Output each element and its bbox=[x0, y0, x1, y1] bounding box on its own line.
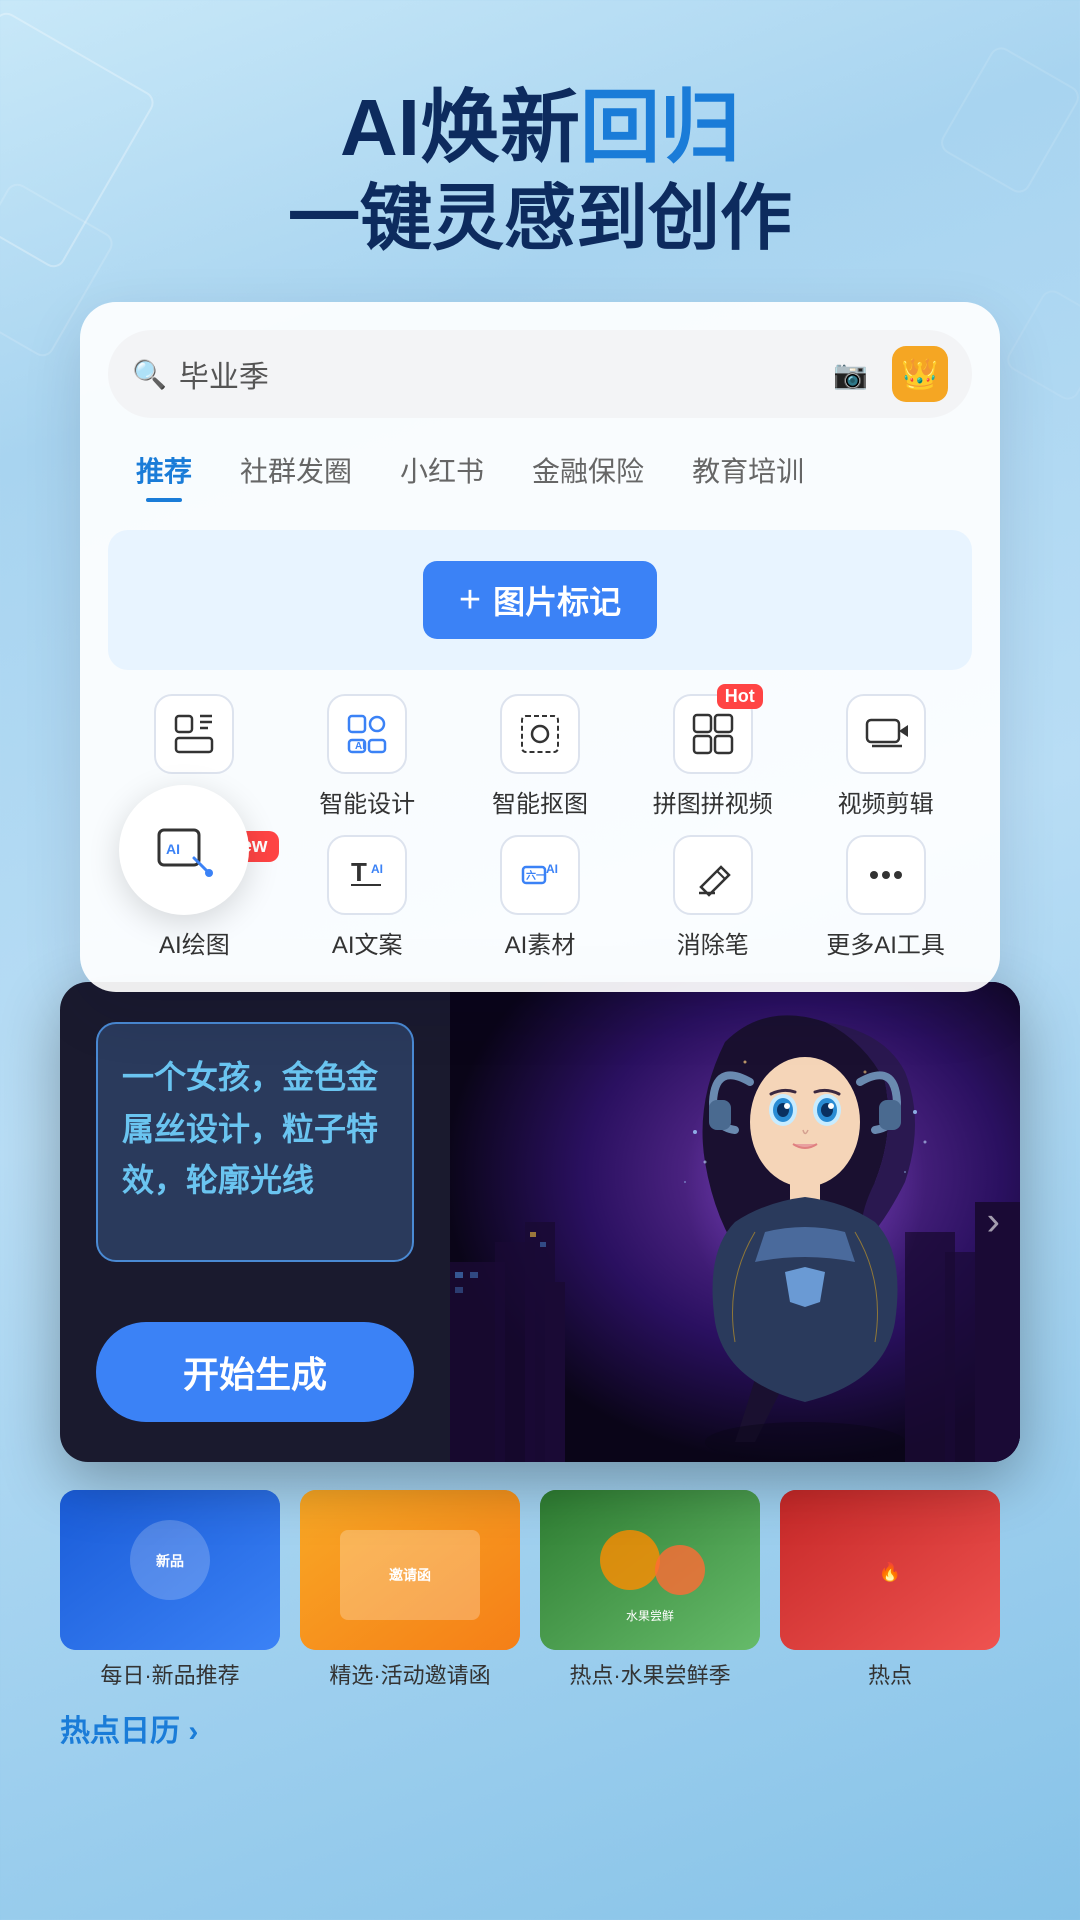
bottom-thumbnail-row: 新品 每日·新品推荐 邀请函 精选·活动邀请函 bbox=[0, 1490, 1080, 1690]
svg-text:AI: AI bbox=[546, 862, 558, 876]
thumb-img-daily: 新品 bbox=[60, 1490, 280, 1650]
ai-material-icon-box: 六一 AI bbox=[500, 835, 580, 915]
svg-text:AI: AI bbox=[166, 841, 180, 857]
image-mark-label: 图片标记 bbox=[493, 577, 621, 623]
ai-draw-circle: AI bbox=[119, 785, 249, 915]
ai-gen-right-panel: › bbox=[450, 982, 1020, 1462]
start-generate-button[interactable]: 开始生成 bbox=[96, 1322, 414, 1422]
thumb-daily-label: 每日·新品推荐 bbox=[60, 1658, 280, 1690]
thumb-hot-label: 热点 bbox=[780, 1658, 1000, 1690]
svg-text:🔥: 🔥 bbox=[879, 1561, 901, 1582]
camera-icon[interactable]: 📷 bbox=[833, 358, 868, 391]
ai-gen-left-panel: 一个女孩，金色金属丝设计，粒子特效，轮廓光线 开始生成 bbox=[60, 982, 450, 1462]
thumb-invite[interactable]: 邀请函 精选·活动邀请函 bbox=[300, 1490, 520, 1690]
ai-material-label: AI素材 bbox=[505, 925, 576, 960]
tab-education[interactable]: 教育培训 bbox=[668, 442, 828, 506]
ai-gen-card: 一个女孩，金色金属丝设计，粒子特效，轮廓光线 开始生成 bbox=[60, 982, 1020, 1462]
more-label: 更多AI工具 bbox=[826, 925, 945, 960]
erase-label: 消除笔 bbox=[677, 925, 749, 960]
plus-icon: + bbox=[459, 579, 481, 622]
thumb-img-hot: 🔥 bbox=[780, 1490, 1000, 1650]
cutout-icon-box bbox=[500, 694, 580, 774]
ai-text-icon-box: T AI bbox=[327, 835, 407, 915]
ai-text-label: AI文案 bbox=[332, 925, 403, 960]
hot-calendar-row[interactable]: 热点日历 › bbox=[0, 1706, 1080, 1790]
hero-line2: 一键灵感到创作 bbox=[288, 176, 792, 262]
video-edit-label: 视频剪辑 bbox=[838, 784, 934, 819]
svg-text:AI: AI bbox=[355, 741, 365, 752]
tool-video-edit[interactable]: 视频剪辑 bbox=[799, 694, 972, 819]
search-icon: 🔍 bbox=[132, 358, 167, 391]
design-icon-box: AI bbox=[327, 694, 407, 774]
hot-badge: Hot bbox=[717, 684, 763, 709]
svg-text:新品: 新品 bbox=[156, 1553, 184, 1569]
ai-generated-image bbox=[450, 982, 1020, 1462]
tool-ai-draw[interactable]: AI New AI绘图 bbox=[108, 835, 281, 960]
tool-design[interactable]: AI 智能设计 bbox=[281, 694, 454, 819]
image-mark-button[interactable]: + 图片标记 bbox=[423, 561, 657, 639]
tool-collage[interactable]: Hot 拼图拼视频 bbox=[626, 694, 799, 819]
tool-more[interactable]: 更多AI工具 bbox=[799, 835, 972, 960]
gen-arrow[interactable]: › bbox=[987, 1200, 1000, 1245]
search-input-text: 毕业季 bbox=[179, 352, 833, 396]
thumb-fruit[interactable]: 水果尝鲜 热点·水果尝鲜季 bbox=[540, 1490, 760, 1690]
image-mark-area[interactable]: + 图片标记 bbox=[108, 530, 972, 670]
erase-icon-box bbox=[673, 835, 753, 915]
tab-finance[interactable]: 金融保险 bbox=[508, 442, 668, 506]
thumb-daily[interactable]: 新品 每日·新品推荐 bbox=[60, 1490, 280, 1690]
thumb-invite-label: 精选·活动邀请函 bbox=[300, 1658, 520, 1690]
hero-title: AI焕新回归 一键灵感到创作 bbox=[288, 80, 792, 262]
svg-text:T: T bbox=[351, 857, 367, 887]
svg-text:六一: 六一 bbox=[526, 869, 546, 882]
tab-social[interactable]: 社群发圈 bbox=[216, 442, 376, 506]
hero-line1: AI焕新回归 bbox=[288, 80, 792, 176]
tool-cutout[interactable]: 智能抠图 bbox=[454, 694, 627, 819]
collage-label: 拼图拼视频 bbox=[653, 784, 773, 819]
collage-icon-box: Hot bbox=[673, 694, 753, 774]
search-bar[interactable]: 🔍 毕业季 📷 👑 bbox=[108, 330, 972, 418]
svg-text:水果尝鲜: 水果尝鲜 bbox=[626, 1608, 674, 1623]
crown-badge[interactable]: 👑 bbox=[892, 346, 948, 402]
hot-calendar-link[interactable]: 热点日历 › bbox=[60, 1715, 198, 1748]
app-card: 🔍 毕业季 📷 👑 推荐 社群发圈 小红书 金融保险 教育培训 + bbox=[80, 302, 1000, 992]
ai-draw-label: AI绘图 bbox=[159, 925, 230, 960]
thumb-hot[interactable]: 🔥 热点 bbox=[780, 1490, 1000, 1690]
svg-text:AI: AI bbox=[371, 862, 383, 876]
tools-grid-row1: 画布 AI 智能设计 bbox=[108, 694, 972, 819]
ai-prompt-box[interactable]: 一个女孩，金色金属丝设计，粒子特效，轮廓光线 bbox=[96, 1022, 414, 1262]
thumb-img-invite: 邀请函 bbox=[300, 1490, 520, 1650]
app-card-wrapper: 🔍 毕业季 📷 👑 推荐 社群发圈 小红书 金融保险 教育培训 + bbox=[80, 302, 1000, 992]
nav-tabs: 推荐 社群发圈 小红书 金融保险 教育培训 bbox=[108, 442, 972, 506]
tab-recommend[interactable]: 推荐 bbox=[112, 442, 216, 506]
hero-line1-prefix: AI焕新 bbox=[340, 83, 580, 172]
thumb-fruit-label: 热点·水果尝鲜季 bbox=[540, 1658, 760, 1690]
tab-xiaohongshu[interactable]: 小红书 bbox=[376, 442, 508, 506]
design-label: 智能设计 bbox=[319, 784, 415, 819]
svg-text:邀请函: 邀请函 bbox=[389, 1567, 431, 1583]
video-edit-icon-box bbox=[846, 694, 926, 774]
more-icon-box bbox=[846, 835, 926, 915]
tool-ai-text[interactable]: T AI AI文案 bbox=[281, 835, 454, 960]
cutout-label: 智能抠图 bbox=[492, 784, 588, 819]
tool-ai-material[interactable]: 六一 AI AI素材 bbox=[454, 835, 627, 960]
tools-grid-row2: AI New AI绘图 T bbox=[108, 835, 972, 968]
thumb-img-fruit: 水果尝鲜 bbox=[540, 1490, 760, 1650]
hero-line1-highlight: 回归 bbox=[580, 83, 740, 172]
tool-erase[interactable]: 消除笔 bbox=[626, 835, 799, 960]
ai-prompt-text: 一个女孩，金色金属丝设计，粒子特效，轮廓光线 bbox=[122, 1052, 388, 1206]
canvas-icon-box bbox=[154, 694, 234, 774]
